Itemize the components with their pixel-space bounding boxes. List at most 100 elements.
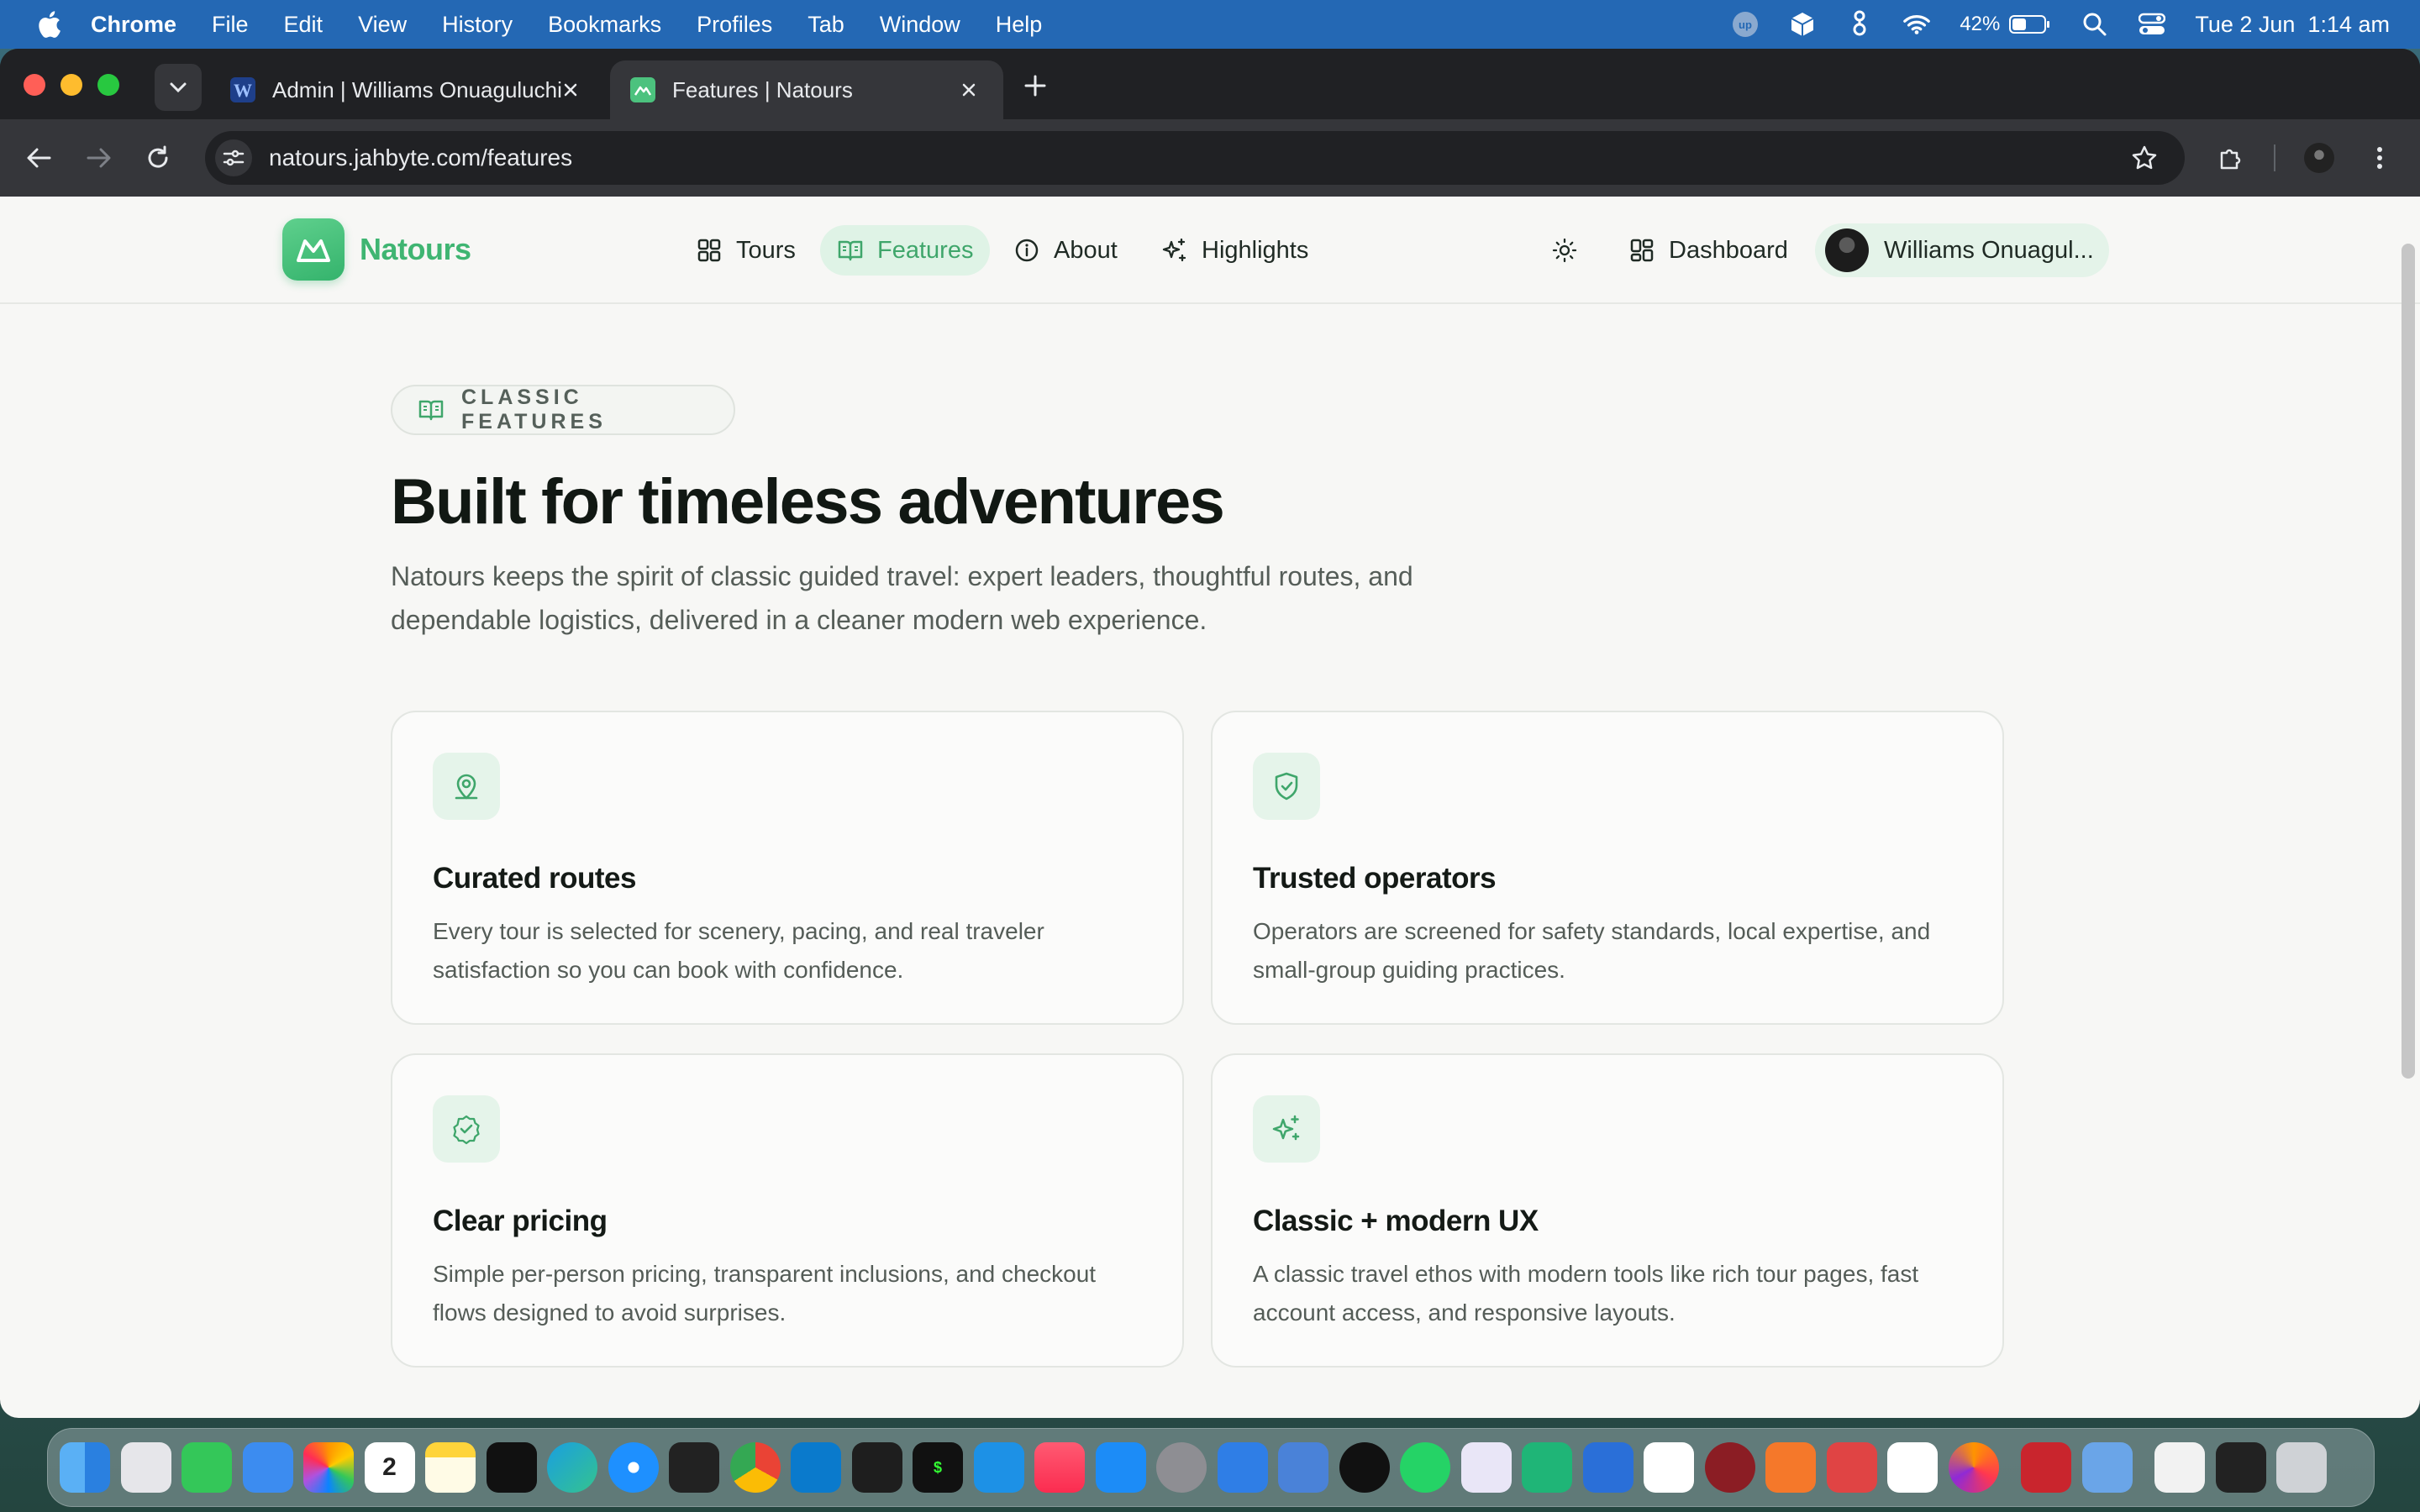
archive-icon[interactable] — [1826, 1442, 1877, 1493]
box-status-icon[interactable] — [1788, 10, 1817, 39]
finder-disk-icon[interactable] — [2081, 1442, 2133, 1493]
git-status-icon[interactable] — [1845, 10, 1874, 39]
dictionary-icon[interactable] — [2021, 1442, 2071, 1493]
settings-icon[interactable] — [1156, 1442, 1207, 1493]
mountain-logo-icon — [282, 218, 345, 281]
upwork-status-icon[interactable]: up — [1731, 10, 1760, 39]
spotlight-search-icon[interactable] — [2081, 10, 2109, 39]
appstore-icon[interactable] — [1095, 1442, 1146, 1493]
reload-button[interactable] — [139, 139, 176, 176]
nav-features[interactable]: Features — [820, 225, 991, 276]
edge-icon[interactable] — [547, 1442, 597, 1493]
upwork-icon[interactable] — [1339, 1442, 1390, 1493]
menu-tab[interactable]: Tab — [808, 12, 844, 38]
docker-icon[interactable] — [973, 1442, 1024, 1493]
apple-menu-icon[interactable] — [32, 10, 66, 39]
extensions-button[interactable] — [2212, 139, 2249, 176]
tab-features[interactable]: Features | Natours — [610, 60, 1003, 119]
safari-icon[interactable] — [608, 1442, 659, 1493]
control-center-icon[interactable] — [2138, 10, 2166, 39]
page-title: Built for timeless adventures — [391, 466, 1225, 538]
theme-toggle-button[interactable] — [1549, 235, 1580, 265]
feature-title: Curated routes — [433, 862, 636, 895]
close-window-button[interactable] — [24, 74, 45, 96]
site-logo[interactable]: Natours — [282, 218, 471, 281]
plus-icon — [1024, 75, 1046, 97]
profile-button[interactable] — [2301, 139, 2338, 176]
menu-view[interactable]: View — [358, 12, 407, 38]
notes-icon[interactable] — [425, 1442, 476, 1493]
files-icon[interactable] — [1217, 1442, 1268, 1493]
messages-icon[interactable] — [182, 1442, 232, 1493]
git-icon[interactable] — [1704, 1442, 1755, 1493]
nav-highlights[interactable]: Highlights — [1144, 225, 1325, 276]
music-icon[interactable] — [1034, 1442, 1085, 1493]
mongodb-icon[interactable] — [1644, 1442, 1694, 1493]
nav-about[interactable]: About — [997, 225, 1134, 276]
document-icon[interactable] — [2154, 1442, 2205, 1493]
feature-card-curated-routes: Curated routes Every tour is selected fo… — [391, 711, 1184, 1025]
menu-profiles[interactable]: Profiles — [697, 12, 772, 38]
sun-icon — [1552, 238, 1577, 263]
zoom-window-button[interactable] — [97, 74, 119, 96]
feature-desc: A classic travel ethos with modern tools… — [1253, 1261, 1919, 1326]
finder-icon[interactable] — [60, 1442, 110, 1493]
site-info-icon[interactable] — [215, 139, 252, 176]
chrome-icon[interactable] — [729, 1442, 781, 1493]
sheet-icon[interactable] — [1887, 1442, 1938, 1493]
nav-label: Dashboard — [1669, 236, 1788, 264]
proton-icon[interactable] — [1460, 1442, 1512, 1493]
menu-edit[interactable]: Edit — [284, 12, 324, 38]
nav-tours[interactable]: Tours — [679, 225, 813, 276]
feature-title: Classic + modern UX — [1253, 1205, 1539, 1237]
menu-bookmarks[interactable]: Bookmarks — [548, 12, 661, 38]
menu-window[interactable]: Window — [880, 12, 960, 38]
trash-icon[interactable] — [2276, 1442, 2327, 1493]
mail-icon[interactable] — [242, 1442, 293, 1493]
terminal-icon[interactable]: $ — [913, 1442, 963, 1493]
menubar-clock[interactable]: Tue 2 Jun 1:14 am — [2195, 12, 2390, 38]
feature-desc: Every tour is selected for scenery, paci… — [433, 918, 1044, 983]
nav-label: About — [1054, 236, 1118, 264]
back-button[interactable] — [20, 139, 57, 176]
nav-dashboard[interactable]: Dashboard — [1612, 225, 1805, 276]
menu-history[interactable]: History — [442, 12, 513, 38]
minimize-window-button[interactable] — [60, 74, 82, 96]
tab-search-button[interactable] — [155, 64, 202, 111]
simulator-icon[interactable] — [1278, 1442, 1328, 1493]
calendar-date: 2 — [382, 1453, 397, 1481]
vscode-icon[interactable] — [791, 1442, 841, 1493]
screen-icon[interactable] — [2215, 1442, 2266, 1493]
launchpad-icon[interactable] — [120, 1442, 171, 1493]
page-scrollbar[interactable] — [2402, 244, 2415, 1079]
user-menu-button[interactable]: Williams Onuagul... — [1815, 223, 2109, 277]
tab-strip: W Admin | Williams Onuaguluchi Features … — [0, 49, 2420, 119]
firefox-icon[interactable] — [1948, 1442, 1999, 1493]
battery-icon[interactable] — [2008, 10, 2052, 39]
tab-admin[interactable]: W Admin | Williams Onuaguluchi — [210, 60, 605, 119]
book-open-icon — [418, 396, 445, 423]
url-text[interactable]: natours.jahbyte.com/features — [269, 144, 572, 171]
xcode-icon[interactable] — [1582, 1442, 1634, 1493]
figma-icon[interactable] — [851, 1442, 902, 1493]
close-tab-icon[interactable] — [956, 77, 981, 102]
wifi-icon[interactable] — [1902, 10, 1931, 39]
cursor-icon[interactable] — [669, 1442, 719, 1493]
appletv-icon[interactable] — [486, 1442, 537, 1493]
address-bar[interactable]: natours.jahbyte.com/features — [205, 131, 2185, 185]
bookmark-star-icon[interactable] — [2128, 141, 2161, 175]
photos-icon[interactable] — [303, 1442, 354, 1493]
badge-check-icon — [433, 1095, 500, 1163]
forward-button[interactable] — [81, 139, 118, 176]
calendar-icon[interactable]: 2 — [364, 1442, 415, 1493]
pen-icon[interactable] — [1765, 1442, 1816, 1493]
arrow-right-icon — [87, 148, 111, 168]
new-tab-button[interactable] — [1018, 69, 1052, 102]
menu-file[interactable]: File — [212, 12, 249, 38]
whatsapp-icon[interactable] — [1400, 1442, 1450, 1493]
menu-app-name[interactable]: Chrome — [91, 12, 176, 38]
close-tab-icon[interactable] — [558, 77, 583, 102]
chrome-menu-button[interactable] — [2361, 139, 2398, 176]
menu-help[interactable]: Help — [996, 12, 1043, 38]
chatgpt-icon[interactable] — [1522, 1442, 1572, 1493]
